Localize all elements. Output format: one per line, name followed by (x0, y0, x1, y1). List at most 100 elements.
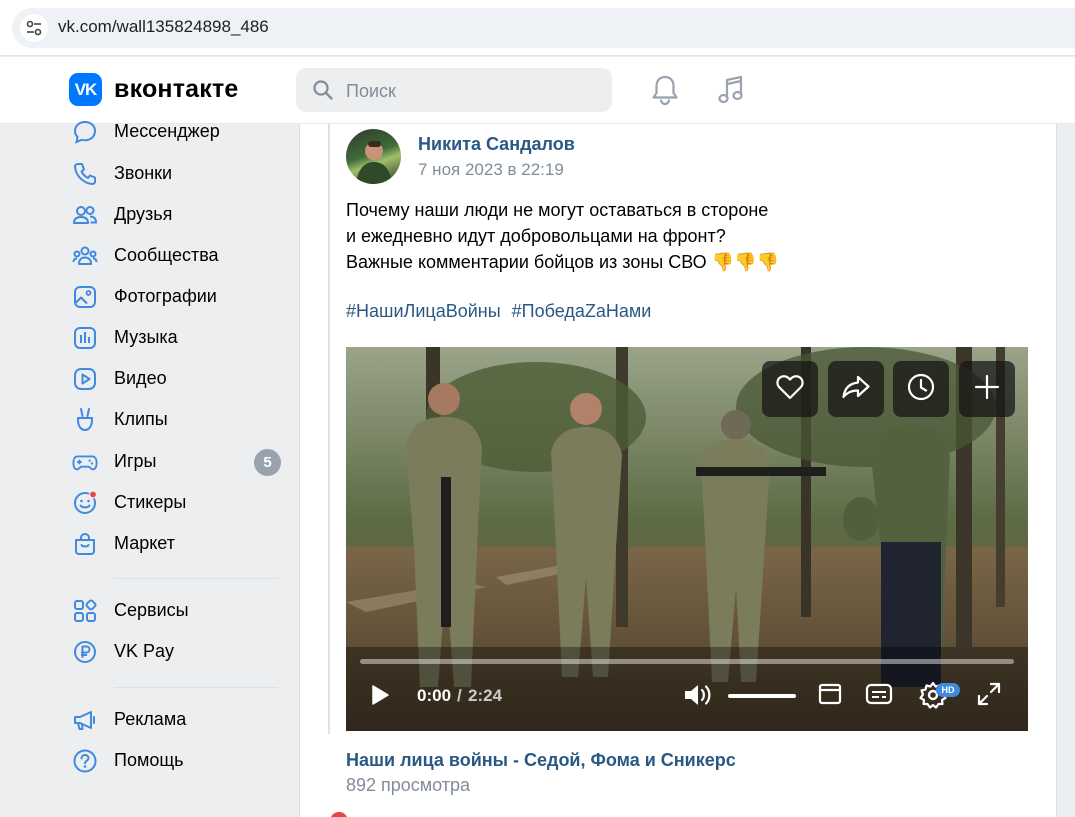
communities-icon (72, 243, 98, 269)
photos-icon (72, 284, 98, 310)
like-video-button[interactable] (762, 361, 818, 417)
watch-later-button[interactable] (893, 361, 949, 417)
heart-icon (775, 373, 805, 406)
browser-address-bar: vk.com/wall135824898_486 (0, 0, 1075, 56)
video-current-time: 0:00 (417, 686, 452, 705)
video-views: 892 просмотра (346, 775, 471, 795)
video-duration: 2:24 (468, 686, 503, 705)
sidebar-divider (114, 687, 278, 688)
sidebar-item-label: Стикеры (114, 492, 187, 512)
volume-slider[interactable] (728, 694, 796, 698)
mute-button[interactable] (682, 682, 714, 712)
tune-icon[interactable] (20, 14, 48, 42)
volume-icon (682, 681, 714, 714)
sidebar-item-vkpay[interactable]: VK Pay (72, 636, 287, 668)
share-video-button[interactable] (828, 361, 884, 417)
phone-icon (72, 161, 98, 187)
sidebar-item-label: Друзья (114, 204, 173, 224)
miniplayer-icon (818, 683, 842, 710)
vk-wordmark[interactable]: вконтакте (114, 75, 239, 104)
avatar[interactable] (346, 129, 401, 184)
friends-icon (72, 202, 98, 228)
sidebar-item-market[interactable]: Маркет (72, 528, 287, 560)
sidebar-item-video[interactable]: Видео (72, 363, 287, 395)
vk-header: VK вконтакте Поиск (0, 57, 1075, 124)
sidebar-item-friends[interactable]: Друзья (72, 199, 287, 231)
sidebar-item-services[interactable]: Сервисы (72, 595, 287, 627)
bell-icon[interactable] (650, 74, 680, 111)
plus-icon (973, 373, 1001, 406)
sidebar-item-music[interactable]: Музыка (72, 322, 287, 354)
video-progress-bar[interactable] (360, 659, 1014, 664)
sidebar-divider (114, 578, 278, 579)
games-icon (72, 449, 98, 475)
url-text[interactable]: vk.com/wall135824898_486 (58, 17, 269, 37)
add-video-button[interactable] (959, 361, 1015, 417)
vk-logo-icon[interactable]: VK (69, 73, 102, 106)
thread-line (328, 124, 330, 734)
miniplayer-button[interactable] (818, 683, 842, 710)
post-text-line: Важные комментарии бойцов из зоны СВО 👎👎… (346, 252, 779, 272)
music-icon (72, 325, 98, 351)
subtitles-icon (865, 683, 893, 710)
hashtag-link[interactable]: #НашиЛицаВойны (346, 301, 501, 321)
sidebar-item-calls[interactable]: Звонки (72, 158, 287, 190)
clips-icon (72, 407, 98, 433)
subtitles-button[interactable] (864, 683, 894, 710)
clock-icon (906, 372, 936, 407)
sidebar-item-label: Реклама (114, 709, 187, 729)
video-icon (72, 366, 98, 392)
post-text: Почему наши люди не могут оставаться в с… (346, 197, 779, 275)
notification-dot (330, 812, 348, 817)
search-icon (312, 79, 334, 106)
fullscreen-icon (976, 681, 1002, 712)
post-date[interactable]: 7 ноя 2023 в 22:19 (418, 160, 564, 180)
sidebar-item-help[interactable]: Помощь (72, 745, 287, 777)
sidebar-item-label: Фотографии (114, 286, 217, 306)
hashtag-link[interactable]: #ПобедаZaНами (512, 301, 652, 321)
music-icon[interactable] (716, 74, 746, 111)
sidebar-item-label: Помощь (114, 750, 184, 770)
hd-badge: HD (936, 683, 960, 697)
market-icon (72, 531, 98, 557)
sidebar-item-communities[interactable]: Сообщества (72, 240, 287, 272)
post-text-line: Почему наши люди не могут оставаться в с… (346, 200, 769, 220)
megaphone-icon (72, 707, 98, 733)
stickers-icon (72, 490, 98, 516)
sidebar-item-messenger[interactable]: Мессенджер (72, 116, 287, 148)
sidebar-item-games[interactable]: Игры 5 (72, 446, 287, 478)
left-sidebar: Мессенджер Звонки Друзья Сообщества Фото… (0, 120, 298, 817)
video-title-link[interactable]: Наши лица войны - Седой, Фома и Сникерс (346, 750, 736, 771)
post-feed: Никита Сандалов 7 ноя 2023 в 22:19 Почем… (299, 124, 1057, 817)
sidebar-item-ads[interactable]: Реклама (72, 704, 287, 736)
games-count-badge: 5 (254, 449, 281, 476)
services-icon (72, 598, 98, 624)
sidebar-item-label: Музыка (114, 327, 178, 347)
vkpay-icon (72, 639, 98, 665)
post-hashtags: #НашиЛицаВойны #ПобедаZaНами (346, 301, 657, 322)
messenger-icon (72, 119, 98, 145)
sidebar-item-label: Игры (114, 451, 157, 471)
search-placeholder: Поиск (346, 81, 396, 101)
video-time-separator: / (457, 686, 462, 705)
play-icon (370, 684, 390, 711)
sidebar-item-label: Видео (114, 368, 167, 388)
post-author[interactable]: Никита Сандалов (418, 134, 575, 155)
sidebar-item-stickers[interactable]: Стикеры (72, 487, 287, 519)
sidebar-item-label: Маркет (114, 533, 175, 553)
sidebar-item-label: VK Pay (114, 641, 175, 661)
sidebar-item-photos[interactable]: Фотографии (72, 281, 287, 313)
fullscreen-button[interactable] (976, 681, 1002, 712)
sidebar-item-label: Сервисы (114, 600, 189, 620)
help-icon (72, 748, 98, 774)
video-player[interactable]: 0:00 / 2:24 HD (346, 347, 1028, 731)
play-button[interactable] (368, 684, 392, 710)
post-text-line: и ежедневно идут добровольцами на фронт? (346, 226, 726, 246)
sidebar-item-clips[interactable]: Клипы (72, 404, 287, 436)
sidebar-item-label: Клипы (114, 409, 168, 429)
sidebar-item-label: Мессенджер (114, 121, 220, 141)
search-input[interactable]: Поиск (296, 68, 612, 112)
sidebar-item-label: Звонки (114, 163, 173, 183)
sidebar-item-label: Сообщества (114, 245, 219, 265)
share-icon (841, 374, 871, 405)
